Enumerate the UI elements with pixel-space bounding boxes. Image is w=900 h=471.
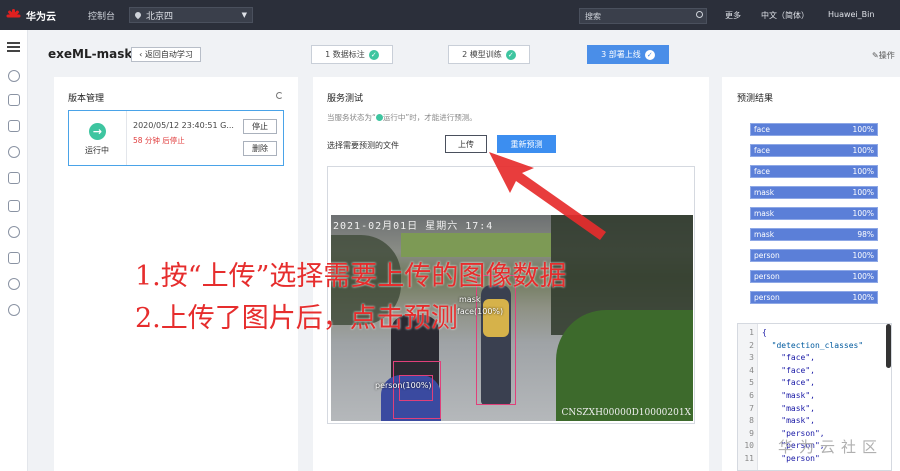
annotation-step-2: 2.上传了图片后，点击预测 (135, 303, 458, 334)
watermark: 华为云社区 (778, 438, 884, 456)
annotation-arrow (489, 152, 606, 240)
annotation-step-1: 1.按“上传”选择需要上传的图像数据 (135, 261, 567, 292)
